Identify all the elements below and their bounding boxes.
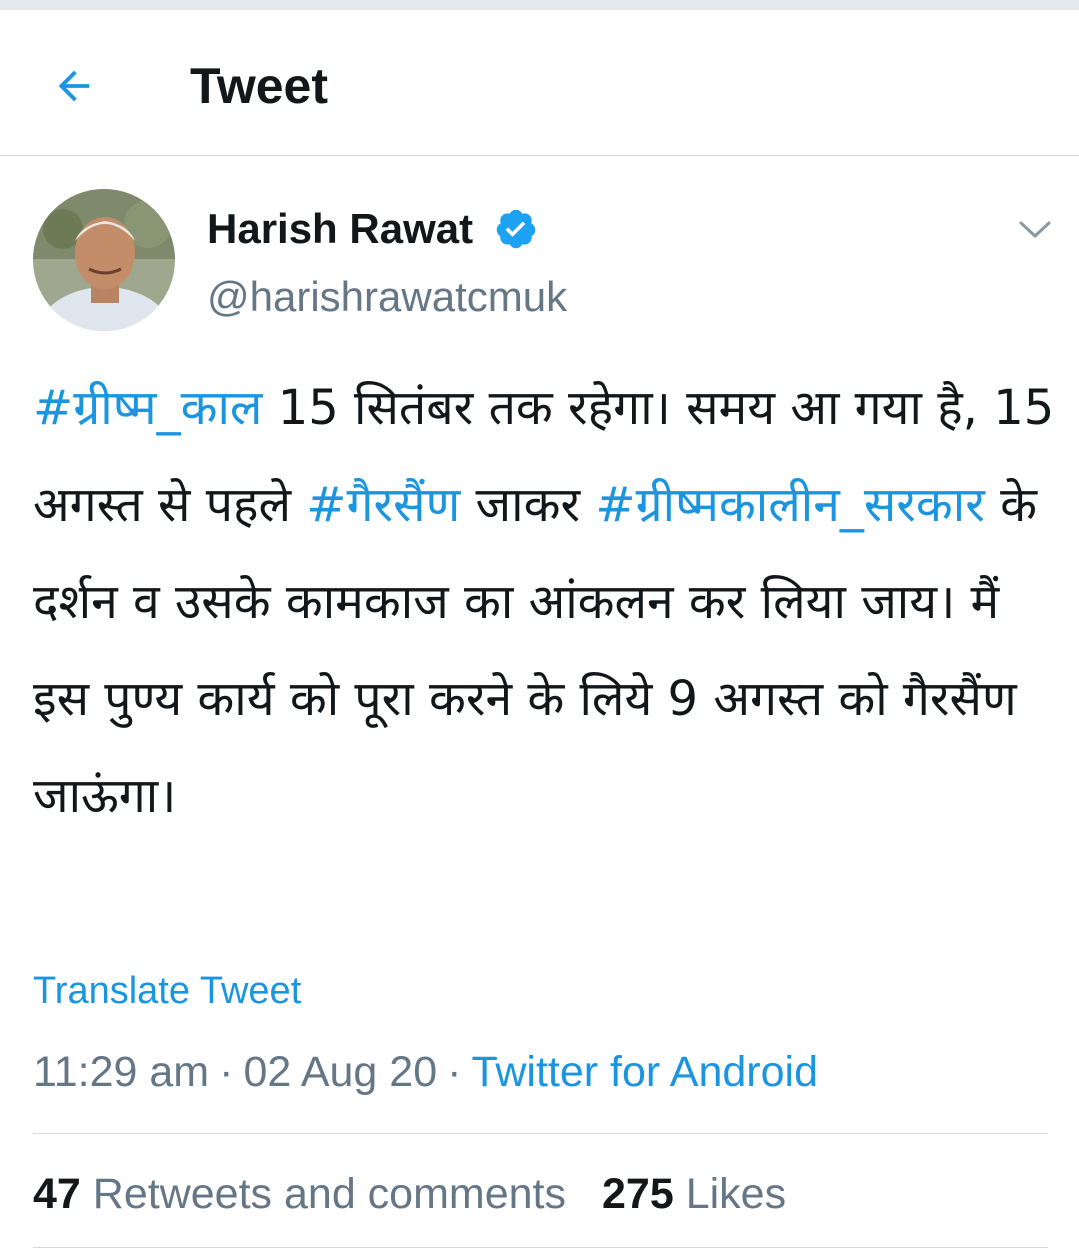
hashtag-link[interactable]: #ग्रीष्म_काल bbox=[33, 380, 262, 436]
avatar[interactable] bbox=[33, 189, 175, 331]
tweet-time: 11:29 am bbox=[33, 1048, 210, 1096]
hashtag-link[interactable]: #ग्रीष्मकालीन_सरकार bbox=[595, 477, 985, 533]
likes-count: 275 bbox=[602, 1170, 674, 1218]
tweet-date: 02 Aug 20 bbox=[243, 1048, 438, 1096]
divider bbox=[33, 1247, 1048, 1248]
translate-tweet-link[interactable]: Translate Tweet bbox=[33, 966, 301, 1016]
meta-separator: · bbox=[219, 1048, 234, 1096]
page-title: Tweet bbox=[190, 58, 328, 114]
meta-separator: · bbox=[447, 1048, 462, 1096]
likes-label: Likes bbox=[685, 1170, 787, 1218]
tweet-source-link[interactable]: Twitter for Android bbox=[471, 1048, 818, 1096]
hashtag-link[interactable]: #गैरसैंण bbox=[306, 477, 460, 533]
tweet-text-segment: जाकर bbox=[460, 477, 596, 533]
tweet-menu-button[interactable] bbox=[1010, 208, 1060, 252]
top-bar: Tweet bbox=[0, 10, 1079, 156]
tweet-text: #ग्रीष्म_काल 15 सितंबर तक रहेगा। समय आ ग… bbox=[33, 360, 1063, 845]
tweet-meta: 11:29 am · 02 Aug 20 · Twitter for Android bbox=[33, 1044, 818, 1100]
verified-badge-icon bbox=[496, 209, 536, 249]
arrow-left-icon bbox=[58, 70, 90, 102]
author-handle[interactable]: @harishrawatcmuk bbox=[207, 272, 567, 322]
divider bbox=[33, 1133, 1048, 1134]
likes-stat[interactable]: 275 Likes bbox=[602, 1170, 786, 1218]
tweet-stats: 47 Retweets and comments 275 Likes bbox=[33, 1166, 786, 1222]
chevron-down-icon bbox=[1019, 221, 1051, 238]
status-strip bbox=[0, 0, 1079, 10]
back-button[interactable] bbox=[44, 56, 104, 116]
retweets-count: 47 bbox=[33, 1170, 81, 1218]
retweets-label: Retweets and comments bbox=[92, 1170, 567, 1218]
retweets-stat[interactable]: 47 Retweets and comments bbox=[33, 1170, 566, 1218]
avatar-image bbox=[33, 189, 175, 331]
author-name[interactable]: Harish Rawat bbox=[207, 204, 473, 254]
